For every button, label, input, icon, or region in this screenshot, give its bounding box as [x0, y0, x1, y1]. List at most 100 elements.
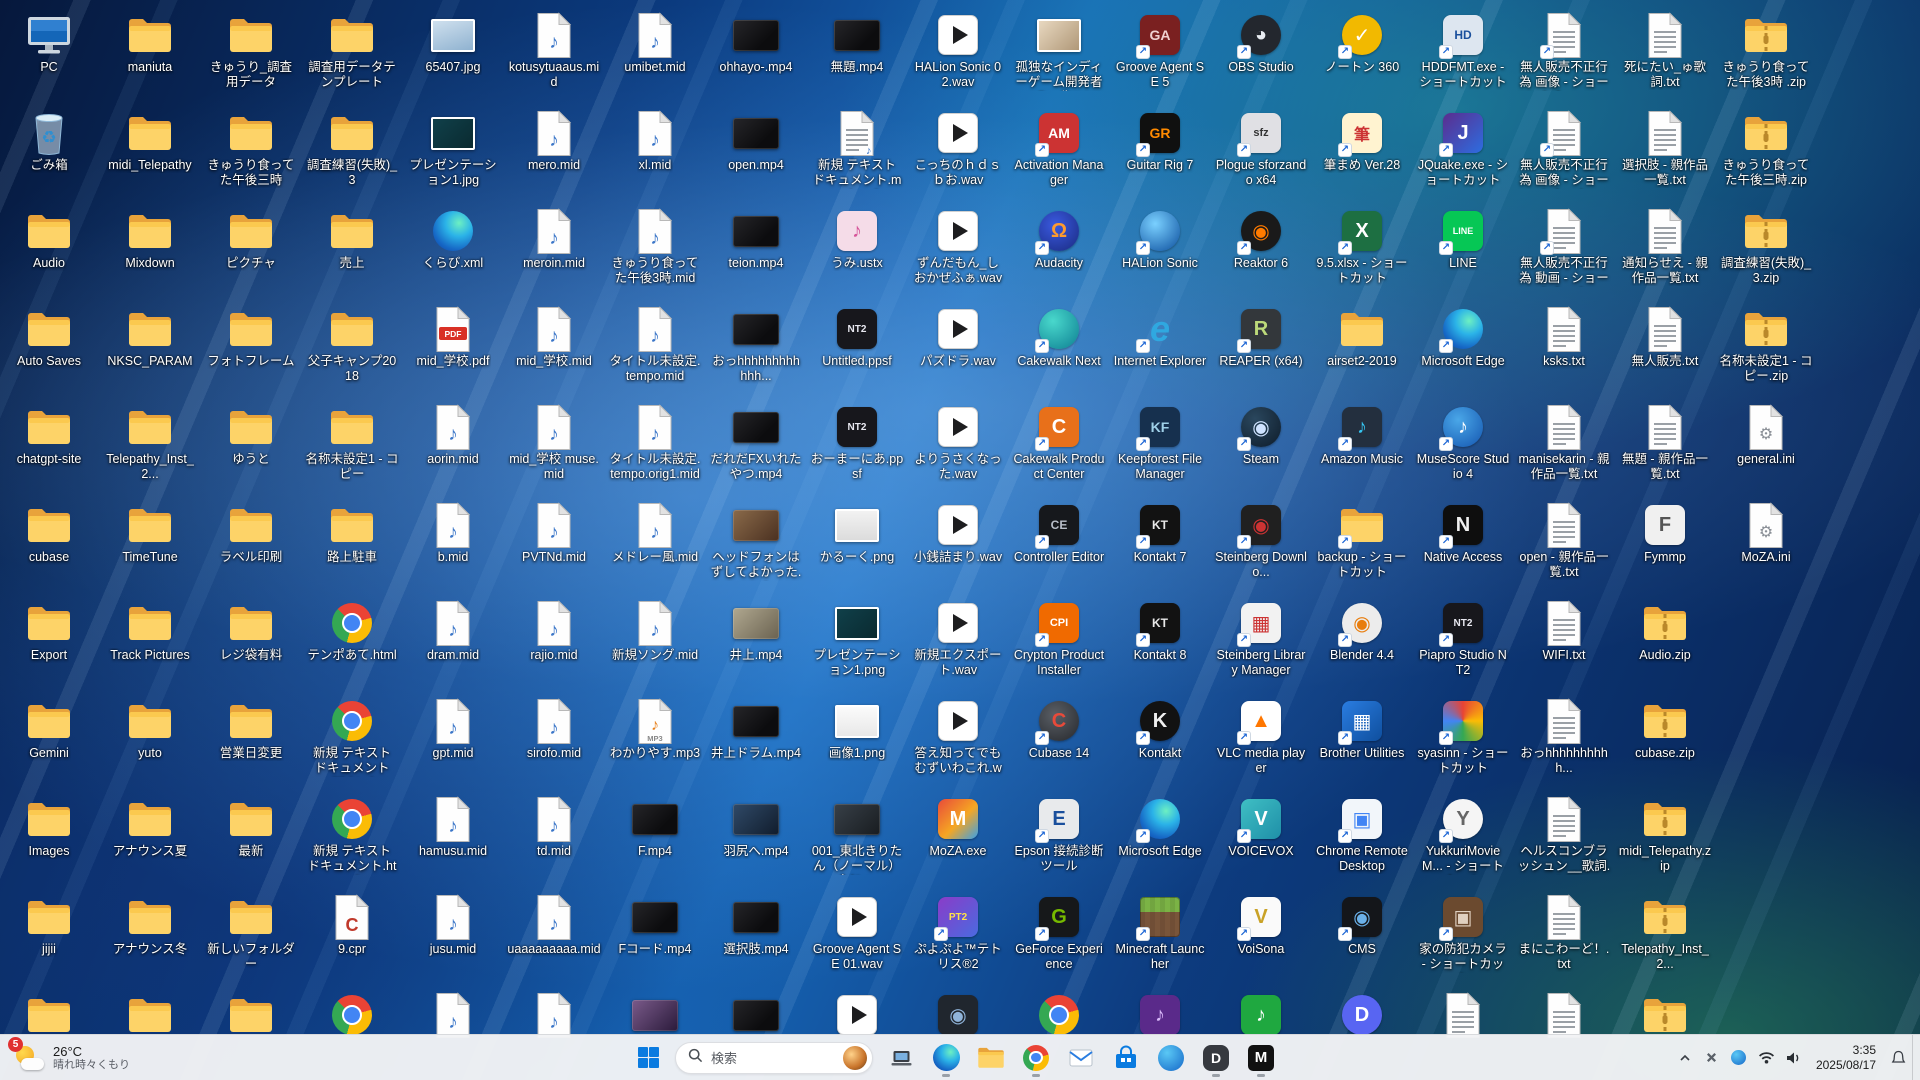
desktop-icon[interactable]: 営業日変更: [201, 697, 301, 761]
desktop-icon[interactable]: ✓↗ノートン 360: [1312, 11, 1412, 75]
desktop-icon[interactable]: ♪meroin.mid: [504, 207, 604, 271]
desktop-icon[interactable]: プレゼンテーション1.png: [807, 599, 907, 678]
desktop-icon[interactable]: ⚙general.ini: [1716, 403, 1816, 467]
desktop-icon[interactable]: Track Pictures: [100, 599, 200, 663]
desktop-icon[interactable]: ↗無人販売不正行為 画像 - ショートカッ...: [1514, 11, 1614, 91]
desktop-icon[interactable]: NKSC_PARAM: [100, 305, 200, 369]
desktop-icon[interactable]: おっhhhhhhhhhh...: [1514, 697, 1614, 776]
desktop-icon[interactable]: PT2↗ぷよぷよ™テトリス®2: [908, 893, 1008, 972]
desktop-icon[interactable]: 井上.mp4: [706, 599, 806, 663]
desktop-icon[interactable]: ◉↗Steam: [1211, 403, 1311, 467]
desktop-icon[interactable]: ♪rajio.mid: [504, 599, 604, 663]
desktop-icon[interactable]: Auto Saves: [0, 305, 99, 369]
desktop-icon[interactable]: ▣↗Chrome Remote Desktop: [1312, 795, 1412, 874]
desktop-icon[interactable]: きゅうり食ってた午後三時: [201, 109, 301, 188]
desktop-icon[interactable]: GR↗Guitar Rig 7: [1110, 109, 1210, 173]
desktop-icon[interactable]: アナウンス夏: [100, 795, 200, 859]
desktop-icon[interactable]: 新しいフォルダー: [201, 893, 301, 972]
desktop-icon[interactable]: ピクチャ: [201, 207, 301, 271]
desktop-icon[interactable]: sfz↗Plogue sforzando x64: [1211, 109, 1311, 188]
desktop-icon[interactable]: D: [1312, 991, 1412, 1040]
desktop-icon[interactable]: ↗Microsoft Edge: [1110, 795, 1210, 859]
desktop-icon[interactable]: [1615, 991, 1715, 1040]
desktop-icon[interactable]: yuto: [100, 697, 200, 761]
desktop-icon[interactable]: Telepathy_Inst_2...: [1615, 893, 1715, 972]
desktop-icon[interactable]: 無題 - 親作品一覧.txt: [1615, 403, 1715, 482]
desktop-icon[interactable]: midi_Telepathy.zip: [1615, 795, 1715, 874]
search-daily-image[interactable]: [843, 1046, 867, 1070]
desktop-icon[interactable]: C↗Cakewalk Product Center: [1009, 403, 1109, 482]
taskbar-pinned-system-monitor[interactable]: [880, 1038, 922, 1078]
desktop-icon[interactable]: ▦↗Steinberg Library Manager: [1211, 599, 1311, 678]
desktop-icon[interactable]: 名称未設定1 - コピー: [302, 403, 402, 482]
desktop-icon[interactable]: フォトフレーム: [201, 305, 301, 369]
desktop-icon[interactable]: midi_Telepathy: [100, 109, 200, 173]
desktop-icon[interactable]: teion.mp4: [706, 207, 806, 271]
desktop-icon[interactable]: ↗HALion Sonic: [1110, 207, 1210, 271]
show-desktop-button[interactable]: [1912, 1035, 1918, 1080]
desktop-icon[interactable]: ♪↗MuseScore Studio 4: [1413, 403, 1513, 482]
desktop-icon[interactable]: テンポあて.html: [302, 599, 402, 663]
desktop-icon[interactable]: ♪: [1110, 991, 1210, 1040]
desktop-icon[interactable]: くらび.xml: [403, 207, 503, 271]
desktop-icon[interactable]: 無題.mp4: [807, 11, 907, 75]
taskbar-pinned-mail[interactable]: [1060, 1038, 1102, 1078]
desktop-icon[interactable]: ♪きゅうり食ってた午後3時.mid: [605, 207, 705, 286]
desktop-icon[interactable]: LINE↗LINE: [1413, 207, 1513, 271]
desktop-icon[interactable]: ↗Minecraft Launcher: [1110, 893, 1210, 972]
desktop-icon[interactable]: ♪hamusu.mid: [403, 795, 503, 859]
desktop-icon[interactable]: 答え知ってでもむずいわこれ.wav: [908, 697, 1008, 777]
desktop-icon[interactable]: きゅうり_調査用データ: [201, 11, 301, 90]
desktop-icon[interactable]: ↗Microsoft Edge: [1413, 305, 1513, 369]
desktop-icon[interactable]: [201, 991, 301, 1040]
desktop-icon[interactable]: ↗無人販売不正行為 画像 - ショートカット: [1514, 109, 1614, 189]
taskbar-pinned-google-chrome[interactable]: [1015, 1038, 1057, 1078]
desktop-icon[interactable]: きゅうり食ってた午後3時 .zip: [1716, 11, 1816, 90]
desktop-icon[interactable]: Telepathy_Inst_2...: [100, 403, 200, 482]
desktop-icon[interactable]: HD↗HDDFMT.exe - ショートカット: [1413, 11, 1513, 90]
desktop-icon[interactable]: 名称未設定1 - コピー.zip: [1716, 305, 1816, 384]
desktop-icon[interactable]: Fコード.mp4: [605, 893, 705, 957]
desktop-icon[interactable]: KT↗Kontakt 8: [1110, 599, 1210, 663]
desktop-icon[interactable]: よりうさくなった.wav: [908, 403, 1008, 482]
desktop-icon[interactable]: ♪uaaaaaaaaa.mid: [504, 893, 604, 957]
desktop-icon[interactable]: 無人販売.txt: [1615, 305, 1715, 369]
desktop-icon[interactable]: Y↗YukkuriMovieM... - ショートカット: [1413, 795, 1513, 875]
desktop-icon[interactable]: NT2Untitled.ppsf: [807, 305, 907, 369]
desktop-icon[interactable]: 孤独なインディーゲーム開発者の一生...: [1009, 11, 1109, 91]
desktop-icon[interactable]: ♪sirofo.mid: [504, 697, 604, 761]
desktop-icon[interactable]: 筆↗筆まめ Ver.28: [1312, 109, 1412, 173]
desktop-icon[interactable]: ♪umibet.mid: [605, 11, 705, 75]
start-button[interactable]: [628, 1038, 668, 1078]
desktop-icon[interactable]: [0, 991, 99, 1040]
desktop-icon[interactable]: J↗JQuake.exe - ショートカット: [1413, 109, 1513, 188]
desktop-icon[interactable]: jijii: [0, 893, 99, 957]
desktop-icon[interactable]: Mixdown: [100, 207, 200, 271]
weather-widget[interactable]: 5 26°C 晴れ時々くもり: [4, 1038, 140, 1077]
desktop-icon[interactable]: GA↗Groove Agent SE 5: [1110, 11, 1210, 90]
tray-expand-button[interactable]: [1672, 1040, 1698, 1076]
desktop-icon[interactable]: 通知らせえ - 親作品一覧.txt: [1615, 207, 1715, 286]
desktop-icon[interactable]: ♪td.mid: [504, 795, 604, 859]
desktop-icon[interactable]: ◉↗CMS: [1312, 893, 1412, 957]
desktop-icon[interactable]: cubase.zip: [1615, 697, 1715, 761]
desktop-icon[interactable]: かるーく.png: [807, 501, 907, 565]
desktop-icon[interactable]: V↗VOICEVOX: [1211, 795, 1311, 859]
desktop-icon[interactable]: R↗REAPER (x64): [1211, 305, 1311, 369]
desktop-icon[interactable]: ohhayo-.mp4: [706, 11, 806, 75]
desktop-icon[interactable]: 新規 テキスト ドキュメント (2).html: [302, 697, 402, 777]
desktop-icon[interactable]: manisekarin - 親作品一覧.txt: [1514, 403, 1614, 482]
desktop-icon[interactable]: [302, 991, 402, 1040]
desktop-icon[interactable]: Export: [0, 599, 99, 663]
desktop-icon[interactable]: chatgpt-site: [0, 403, 99, 467]
desktop-icon[interactable]: KT↗Kontakt 7: [1110, 501, 1210, 565]
volume-button[interactable]: [1781, 1040, 1807, 1076]
network-button[interactable]: [1753, 1040, 1780, 1076]
desktop-icon[interactable]: ♪dram.mid: [403, 599, 503, 663]
taskbar-pinned-discord[interactable]: D: [1195, 1038, 1237, 1078]
desktop-icon[interactable]: まにこわーど！.txt: [1514, 893, 1614, 972]
desktop-icon[interactable]: 死にたい_ゅ歌詞.txt: [1615, 11, 1715, 90]
desktop-icon[interactable]: 売上: [302, 207, 402, 271]
tray-app-blue-button[interactable]: [1726, 1040, 1752, 1076]
desktop-icon[interactable]: ♪新規 テキスト ドキュメント.musicxml: [807, 109, 907, 189]
